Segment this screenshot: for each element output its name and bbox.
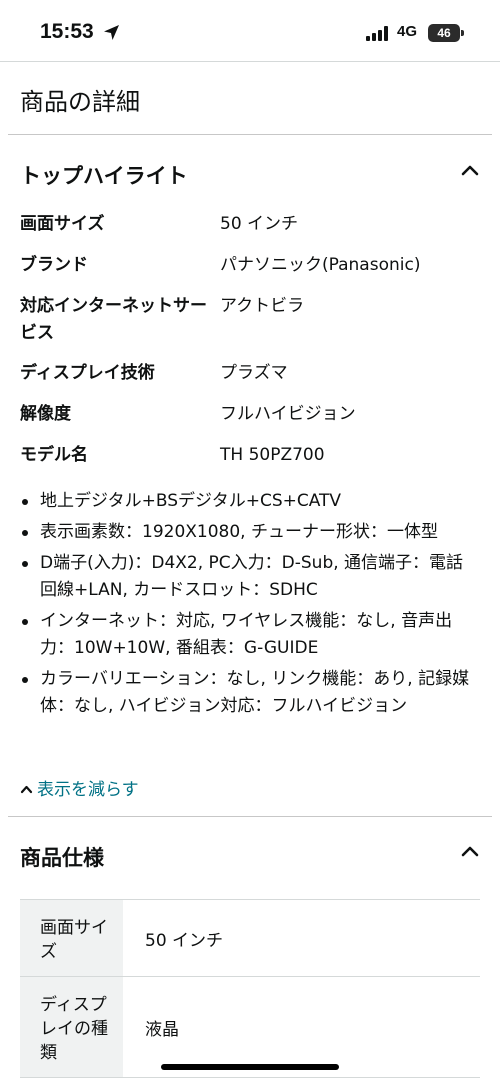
chevron-up-icon[interactable] — [460, 844, 480, 858]
signal-icon — [366, 26, 388, 41]
spec-value: プラズマ — [220, 363, 288, 383]
spec-key: ブランド — [20, 255, 88, 275]
show-less-link[interactable]: 表示を減らす — [20, 775, 139, 800]
feature-bullet-list: 地上デジタル+BSデジタル+CS+CATV 表示画素数：1920X1080, チ… — [20, 488, 480, 724]
spec-value: 50 インチ — [220, 214, 299, 234]
network-type: 4G — [397, 23, 418, 40]
battery-icon: 46 — [428, 24, 460, 42]
status-time: 15:53 — [40, 20, 94, 43]
table-row: 画面サイズ 50 インチ — [20, 900, 480, 977]
show-less-label: 表示を減らす — [37, 780, 139, 800]
spec-key: 解像度 — [20, 404, 71, 424]
spec-key: 画面サイズ — [20, 214, 105, 234]
section-divider — [8, 134, 492, 135]
chevron-up-icon — [20, 785, 33, 794]
location-arrow-icon — [104, 25, 119, 40]
list-item: 地上デジタル+BSデジタル+CS+CATV — [20, 488, 480, 515]
battery-tip — [461, 30, 464, 36]
spec-value: アクトビラ — [220, 296, 305, 316]
spec-value: TH 50PZ700 — [220, 445, 325, 465]
status-divider — [0, 61, 500, 62]
highlights-title[interactable]: トップハイライト — [20, 160, 188, 190]
status-bar: 15:53 4G 46 — [0, 0, 500, 62]
spec-key: ディスプレイ技術 — [20, 363, 155, 383]
table-row: ディスプレイの種類 液晶 — [20, 977, 480, 1078]
page-title: 商品の詳細 — [20, 88, 140, 116]
spec-value: フルハイビジョン — [220, 404, 356, 424]
table-key: ディスプレイの種類 — [20, 977, 123, 1077]
home-indicator[interactable] — [161, 1064, 339, 1070]
spec-key: 対応インターネットサービス — [20, 296, 207, 343]
table-value: 50 インチ — [145, 930, 224, 951]
spec-key: モデル名 — [20, 445, 88, 465]
list-item: 表示画素数：1920X1080, チューナー形状：一体型 — [20, 519, 480, 546]
section-divider — [8, 816, 492, 817]
specifications-title[interactable]: 商品仕様 — [20, 842, 104, 872]
table-key: 画面サイズ — [20, 900, 123, 976]
spec-value: パナソニック(Panasonic) — [220, 255, 421, 275]
table-value: 液晶 — [145, 1019, 179, 1040]
specifications-table: 画面サイズ 50 インチ ディスプレイの種類 液晶 — [20, 899, 480, 1078]
list-item: インターネット：対応, ワイヤレス機能：なし, 音声出力：10W+10W, 番組… — [20, 608, 480, 662]
list-item: カラーバリエーション：なし, リンク機能：あり, 記録媒体：なし, ハイビジョン… — [20, 666, 480, 720]
list-item: D端子(入力)：D4X2, PC入力：D-Sub, 通信端子：電話回線+LAN,… — [20, 550, 480, 604]
chevron-up-icon[interactable] — [460, 163, 480, 177]
